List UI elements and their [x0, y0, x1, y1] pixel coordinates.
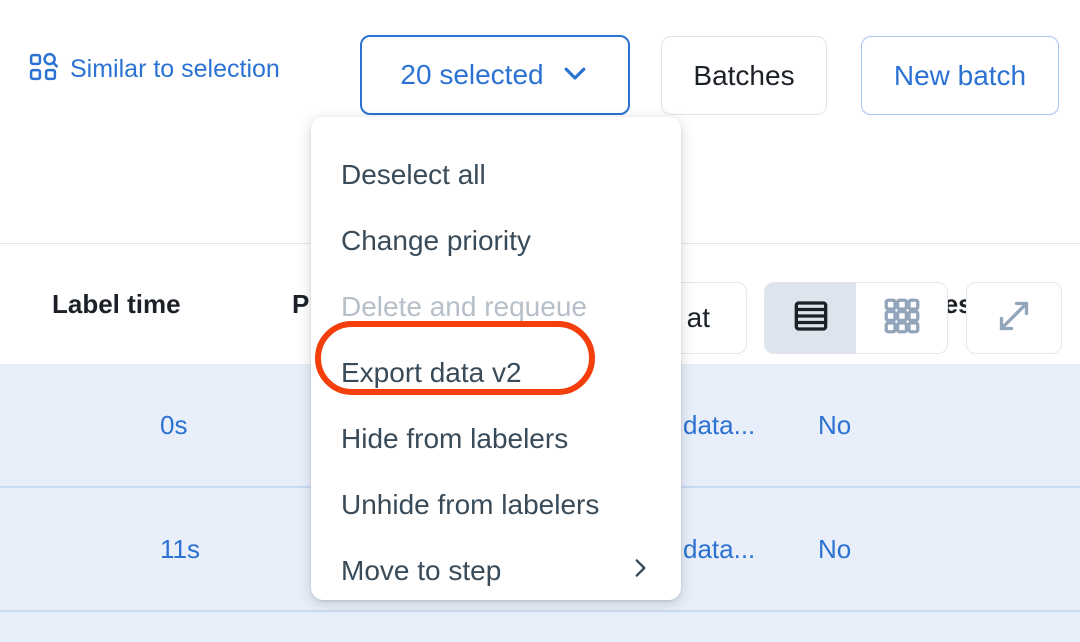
chevron-down-icon [560, 58, 590, 93]
menu-item-change-priority[interactable]: Change priority [311, 208, 681, 274]
primary-toolbar: Similar to selection 20 selected Batches… [0, 0, 1080, 130]
table-row[interactable] [0, 612, 1080, 642]
cell-label-time[interactable]: 0s [160, 364, 187, 486]
menu-item-hide-from-labelers[interactable]: Hide from labelers [311, 406, 681, 472]
cell-open-issues[interactable]: No [818, 488, 851, 610]
new-batch-button[interactable]: New batch [861, 36, 1059, 115]
cell-label-time[interactable]: 11s [160, 488, 200, 610]
list-view-toggle-button[interactable] [765, 283, 856, 353]
chevron-right-icon [627, 555, 653, 588]
cell-data[interactable]: data... [683, 364, 755, 486]
expand-arrows-icon [994, 296, 1034, 341]
menu-item-label: Change priority [341, 225, 531, 256]
column-header-label-time[interactable]: Label time [52, 244, 181, 364]
app-stage: Similar to selection 20 selected Batches… [0, 0, 1080, 642]
similar-to-selection-label: Similar to selection [70, 55, 280, 83]
menu-item-label: Delete and requeue [341, 291, 587, 322]
batches-button[interactable]: Batches [661, 36, 827, 115]
selection-actions-menu: Deselect all Change priority Delete and … [311, 117, 681, 600]
similar-to-selection-button[interactable]: Similar to selection [28, 52, 280, 87]
sort-by-label: at [686, 302, 710, 333]
menu-item-unhide-from-labelers[interactable]: Unhide from labelers [311, 472, 681, 538]
cell-data[interactable]: data... [683, 488, 755, 610]
menu-item-move-to-step[interactable]: Move to step [311, 538, 681, 600]
menu-item-label: Export data v2 [341, 357, 522, 388]
expand-button[interactable] [966, 282, 1062, 354]
menu-item-deselect-all[interactable]: Deselect all [311, 142, 681, 208]
menu-item-label: Hide from labelers [341, 423, 569, 454]
selection-count-label: 20 selected [400, 59, 544, 90]
batches-label: Batches [693, 59, 795, 91]
menu-item-label: Unhide from labelers [341, 489, 600, 520]
grid-search-icon [28, 52, 58, 87]
menu-item-export-data-v2[interactable]: Export data v2 [311, 340, 681, 406]
view-mode-toggle[interactable] [764, 282, 948, 354]
menu-item-delete-and-requeue: Delete and requeue [311, 274, 681, 340]
grid-view-toggle-button[interactable] [856, 283, 947, 353]
column-header-partial[interactable]: P [292, 244, 309, 364]
menu-item-label: Deselect all [341, 159, 486, 190]
menu-item-label: Move to step [341, 555, 502, 586]
cell-open-issues[interactable]: No [818, 364, 851, 486]
new-batch-label: New batch [893, 59, 1027, 91]
selection-count-dropdown-button[interactable]: 20 selected [360, 35, 630, 115]
list-view-icon [791, 296, 831, 341]
grid-view-icon [881, 295, 923, 342]
